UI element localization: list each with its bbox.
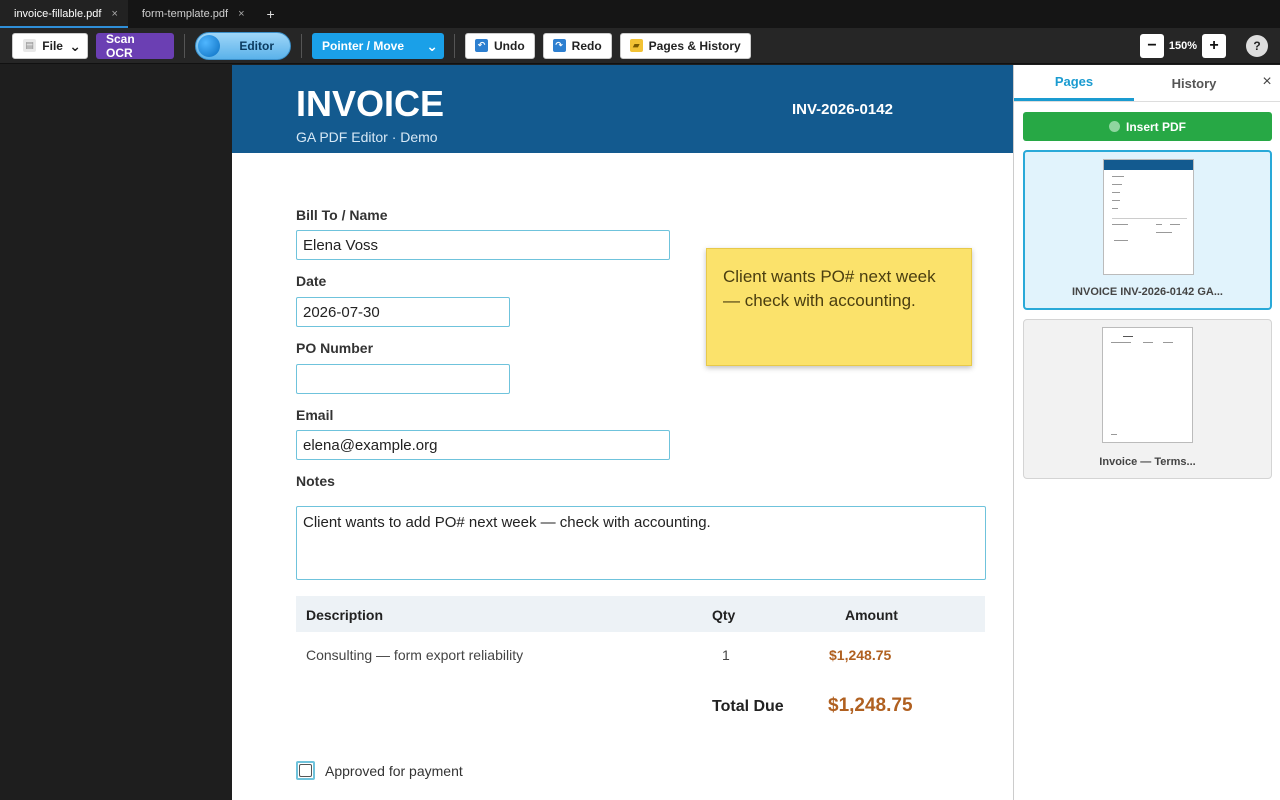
tab-invoice-fillable[interactable]: invoice-fillable.pdf ×	[0, 0, 128, 28]
scan-ocr-button[interactable]: Scan OCR	[96, 32, 174, 60]
notes-field[interactable]: Client wants to add PO# next week — chec…	[296, 506, 986, 580]
email-field[interactable]: elena@example.org	[296, 430, 670, 460]
approved-checkbox[interactable]	[296, 761, 315, 780]
bill-to-label: Bill To / Name	[296, 207, 388, 223]
notes-label: Notes	[296, 473, 335, 489]
page-thumbnail-1[interactable]: INVOICE INV-2026-0142 GA...	[1023, 150, 1272, 310]
preview-header-bar	[1104, 160, 1193, 170]
insert-pdf-label: Insert PDF	[1125, 119, 1186, 134]
toolbar-divider	[454, 33, 455, 58]
line-item-amount: $1,248.75	[829, 647, 892, 663]
tab-label: invoice-fillable.pdf	[14, 8, 102, 20]
toggle-knob	[198, 34, 220, 57]
preview-line	[1112, 208, 1118, 209]
zoom-level: 150%	[1168, 39, 1198, 52]
file-label: File	[42, 38, 63, 53]
toolbar-divider	[301, 33, 302, 58]
line-item-description: Consulting — form export reliability	[306, 647, 524, 663]
preview-line	[1143, 342, 1153, 343]
column-header-amount: Amount	[845, 607, 898, 623]
date-field[interactable]: 2026-07-30	[296, 297, 510, 327]
undo-icon: ↶	[475, 39, 488, 52]
bill-to-field[interactable]: Elena Voss	[296, 230, 670, 260]
editor-toggle[interactable]: Editor	[195, 31, 291, 60]
preview-line	[1123, 336, 1133, 337]
zoom-out-button[interactable]: −	[1140, 33, 1164, 58]
invoice-subtitle: GA PDF Editor · Demo	[296, 129, 438, 145]
column-header-description: Description	[306, 607, 384, 623]
tab-bar: invoice-fillable.pdf × form-template.pdf…	[0, 0, 1280, 28]
redo-label: Redo	[571, 38, 602, 53]
total-due-label: Total Due	[712, 698, 784, 715]
tab-pages[interactable]: Pages	[1014, 65, 1134, 101]
preview-line	[1112, 200, 1120, 201]
preview-line	[1111, 434, 1117, 435]
invoice-title: INVOICE	[296, 83, 445, 124]
tab-history[interactable]: History	[1134, 65, 1254, 101]
preview-line	[1111, 342, 1131, 343]
tab-label: form-template.pdf	[141, 8, 229, 20]
editor-toggle-label: Editor	[239, 38, 274, 53]
close-icon[interactable]: ×	[111, 8, 117, 20]
panel-tabs: Pages History ×	[1014, 65, 1280, 102]
document-icon: ▤	[23, 39, 36, 52]
page-preview	[1102, 327, 1193, 443]
plus-icon	[1108, 121, 1120, 132]
tab-form-template[interactable]: form-template.pdf ×	[128, 0, 255, 28]
thumbnail-caption: Invoice — Terms...	[1099, 456, 1196, 468]
pdf-page: INVOICE GA PDF Editor · Demo INV-2026-01…	[232, 65, 1013, 800]
zoom-in-button[interactable]: +	[1202, 33, 1226, 58]
toolbar: ▤ File ⌄ Scan OCR Editor Pointer / Move …	[0, 28, 1280, 64]
mode-select[interactable]: Pointer / Move ⌄	[312, 32, 444, 59]
file-menu-button[interactable]: ▤ File ⌄	[12, 32, 88, 59]
chevron-down-icon: ⌄	[426, 37, 438, 54]
invoice-number: INV-2026-0142	[792, 101, 893, 118]
close-icon[interactable]: ×	[238, 8, 244, 20]
email-label: Email	[296, 407, 334, 423]
line-items-header: Description Qty Amount	[296, 596, 985, 632]
pages-history-label: Pages & History	[648, 38, 741, 53]
new-tab-button[interactable]: +	[255, 0, 287, 28]
preview-line	[1163, 342, 1173, 343]
page-preview	[1103, 159, 1194, 275]
preview-line	[1156, 224, 1162, 225]
sticky-note[interactable]: Client wants PO# next week — check with …	[706, 248, 972, 366]
preview-line	[1156, 232, 1172, 233]
thumbnail-caption: INVOICE INV-2026-0142 GA...	[1071, 286, 1223, 298]
preview-line	[1112, 184, 1122, 185]
mode-select-label: Pointer / Move	[322, 38, 405, 53]
pages-history-panel: Pages History × Insert PDF INVOICE INV-2…	[1013, 65, 1280, 800]
date-label: Date	[296, 273, 327, 289]
approved-label: Approved for payment	[325, 763, 463, 779]
invoice-header: INVOICE GA PDF Editor · Demo INV-2026-01…	[232, 65, 1013, 153]
undo-label: Undo	[494, 38, 525, 53]
undo-button[interactable]: ↶ Undo	[465, 32, 535, 59]
pages-history-button[interactable]: ▰ Pages & History	[619, 32, 751, 59]
preview-line	[1112, 224, 1128, 225]
column-header-qty: Qty	[712, 607, 736, 623]
preview-line	[1112, 218, 1187, 219]
line-item-qty: 1	[722, 647, 730, 663]
page-thumbnail-2[interactable]: Invoice — Terms...	[1023, 319, 1272, 479]
total-due-value: $1,248.75	[828, 695, 913, 716]
preview-line	[1114, 240, 1128, 241]
po-number-field[interactable]	[296, 364, 510, 394]
folder-icon: ▰	[629, 39, 643, 52]
insert-pdf-button[interactable]: Insert PDF	[1023, 112, 1272, 141]
po-number-label: PO Number	[296, 340, 374, 356]
close-icon[interactable]: ×	[1258, 73, 1276, 91]
toolbar-divider	[184, 33, 185, 58]
preview-line	[1112, 192, 1120, 193]
redo-button[interactable]: ↷ Redo	[542, 32, 612, 59]
zoom-controls: − 150% + ?	[1140, 33, 1268, 58]
preview-line	[1170, 224, 1180, 225]
help-button[interactable]: ?	[1246, 34, 1268, 57]
chevron-down-icon: ⌄	[69, 37, 81, 54]
preview-line	[1112, 176, 1124, 177]
redo-icon: ↷	[552, 39, 566, 52]
